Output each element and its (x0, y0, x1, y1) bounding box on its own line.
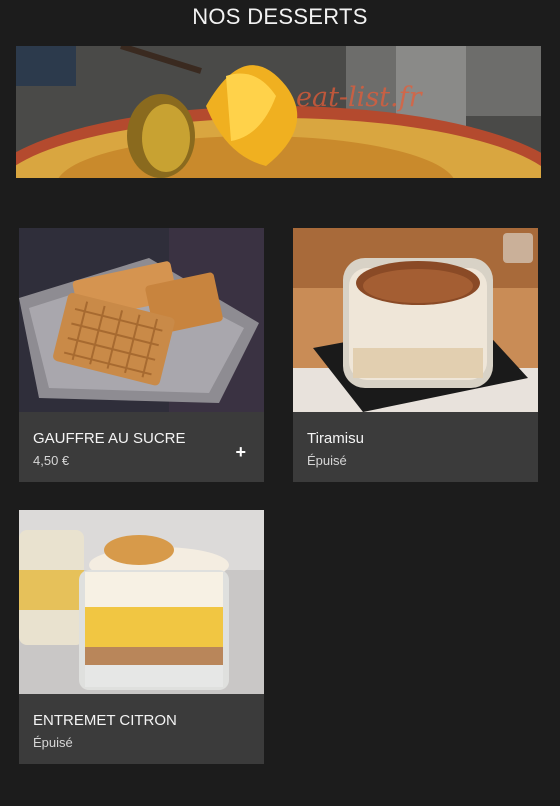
product-status: Épuisé (307, 453, 347, 468)
product-image-lemon-entremet (19, 510, 264, 694)
watermark-text: eat-list.fr (296, 82, 422, 113)
product-price: 4,50 € (33, 453, 70, 468)
product-card-entremet-citron[interactable]: ENTREMET CITRON Épuisé (19, 510, 264, 764)
product-card-gauffre[interactable]: GAUFFRE AU SUCRE 4,50 € + (19, 228, 264, 482)
product-card-tiramisu[interactable]: Tiramisu Épuisé (293, 228, 538, 482)
hero-banner-image: eat-list.fr (16, 46, 541, 178)
product-name: Tiramisu (307, 430, 364, 447)
product-image-waffle (19, 228, 264, 412)
product-status: Épuisé (33, 735, 73, 750)
add-to-cart-button[interactable]: + (235, 442, 246, 463)
product-name: ENTREMET CITRON (33, 712, 177, 729)
product-name: GAUFFRE AU SUCRE (33, 430, 186, 447)
page-title: NOS DESSERTS (192, 4, 368, 29)
product-image-tiramisu (293, 228, 538, 412)
